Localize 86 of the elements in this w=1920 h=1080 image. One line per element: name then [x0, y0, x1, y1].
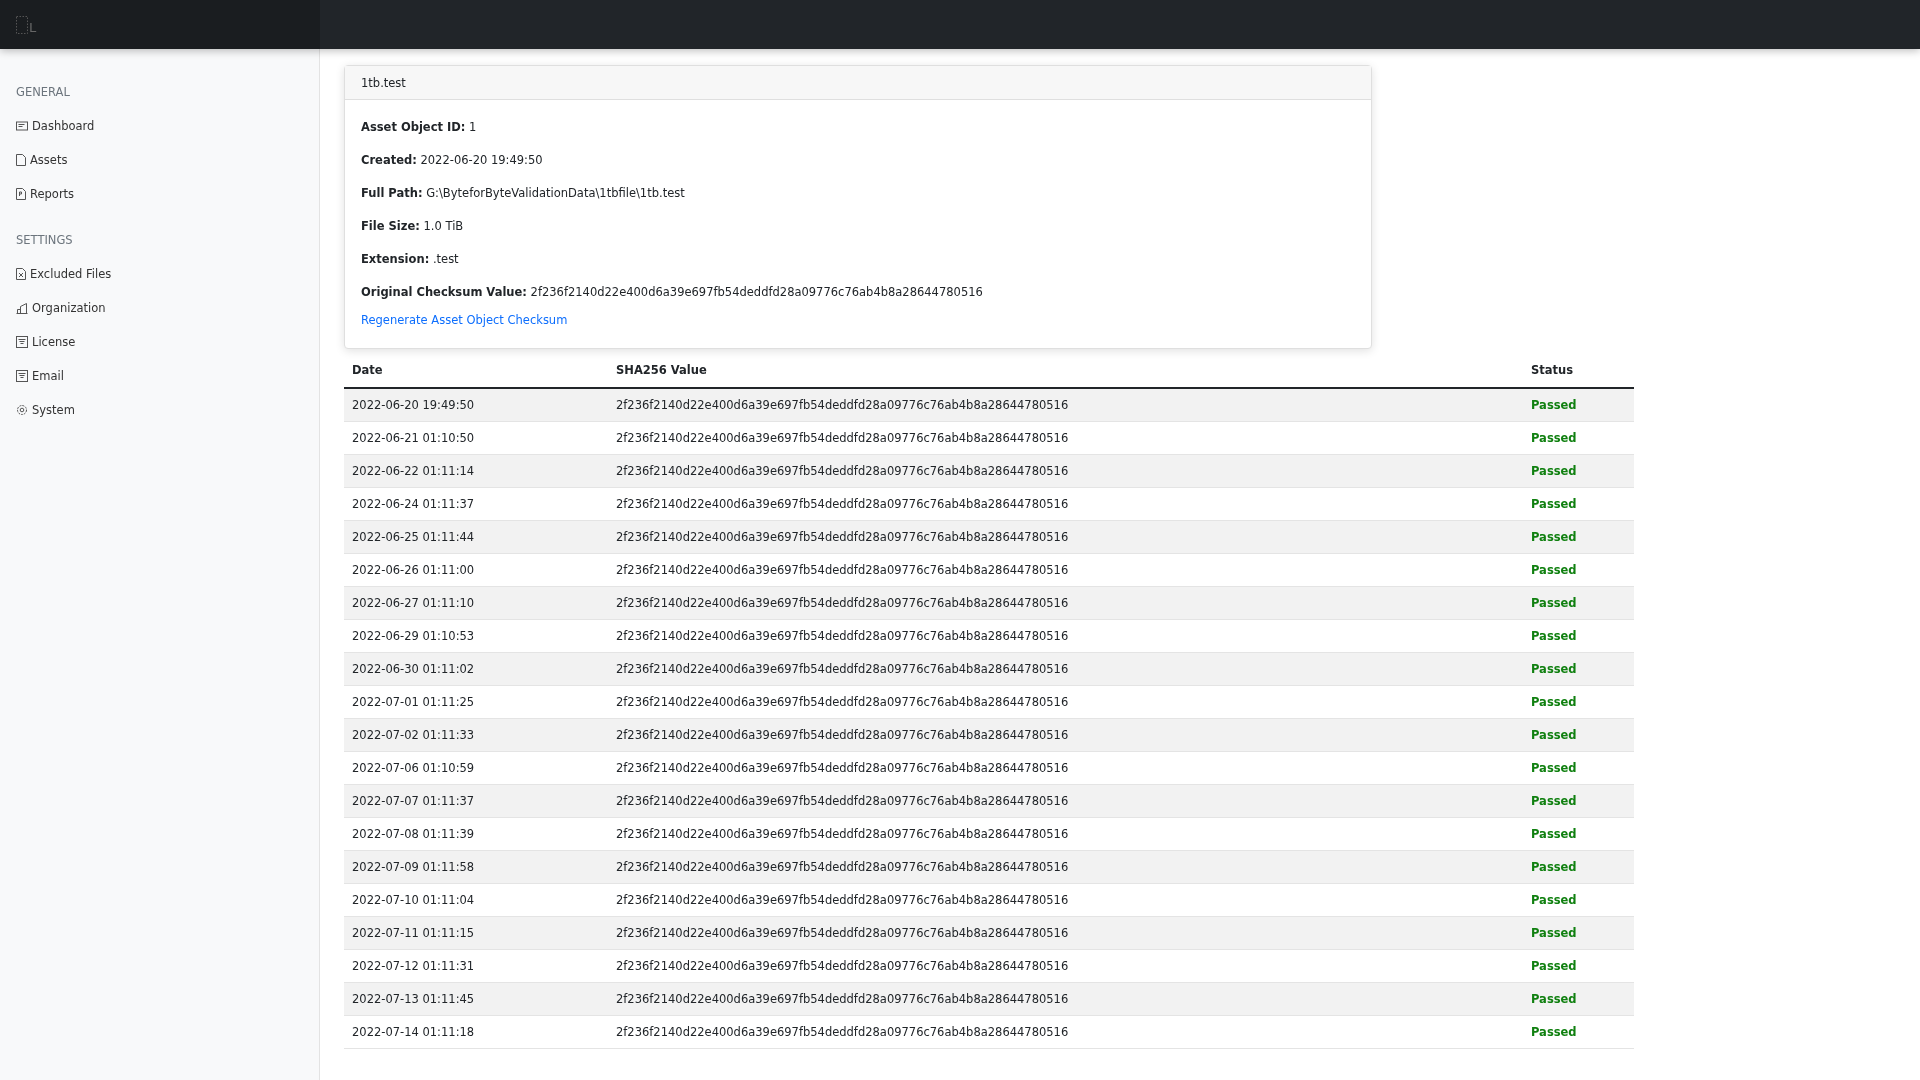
status-cell: Passed: [1523, 850, 1634, 884]
checksum-cell: 2f236f2140d22e400d6a39e697fb54deddfd28a09776c76ab4b8a28644780516: [608, 388, 1523, 422]
file-x-icon: [16, 268, 26, 280]
sidebar-item[interactable]: Excluded Files: [0, 257, 319, 291]
status-cell: Passed: [1523, 520, 1634, 554]
building-icon: [16, 302, 28, 314]
status-cell: Passed: [1523, 1015, 1634, 1049]
sidebar-item[interactable]: Reports: [0, 177, 319, 211]
checksum-cell: 2f236f2140d22e400d6a39e697fb54deddfd28a09776c76ab4b8a28644780516: [608, 751, 1523, 785]
list-icon: [16, 370, 28, 382]
date-cell: 2022-07-12 01:11:31: [344, 949, 608, 983]
status-cell: Passed: [1523, 916, 1634, 950]
date-cell: 2022-06-21 01:10:50: [344, 421, 608, 455]
date-cell: 2022-07-14 01:11:18: [344, 1015, 608, 1049]
status-cell: Passed: [1523, 883, 1634, 917]
settings-icon: [16, 404, 28, 416]
status-cell: Passed: [1523, 454, 1634, 488]
sidebar-item[interactable]: System: [0, 393, 319, 427]
sidebar-item[interactable]: Organization: [0, 291, 319, 325]
date-cell: 2022-07-01 01:11:25: [344, 685, 608, 719]
status-cell: Passed: [1523, 421, 1634, 455]
checksum-cell: 2f236f2140d22e400d6a39e697fb54deddfd28a09776c76ab4b8a28644780516: [608, 817, 1523, 851]
date-cell: 2022-07-06 01:10:59: [344, 751, 608, 785]
asset-detail: Original Checksum Value: 2f236f2140d22e400d6a39e697fb54deddfd28a09776c76ab4b8a28644780516: [361, 283, 984, 301]
date-cell: 2022-07-09 01:11:58: [344, 850, 608, 884]
status-cell: Passed: [1523, 718, 1634, 752]
date-cell: 2022-06-27 01:11:10: [344, 586, 608, 620]
date-cell: 2022-06-20 19:49:50: [344, 388, 608, 422]
status-cell: Passed: [1523, 388, 1634, 422]
checksum-cell: 2f236f2140d22e400d6a39e697fb54deddfd28a09776c76ab4b8a28644780516: [608, 718, 1523, 752]
date-cell: 2022-07-02 01:11:33: [344, 718, 608, 752]
checksum-cell: 2f236f2140d22e400d6a39e697fb54deddfd28a09776c76ab4b8a28644780516: [608, 883, 1523, 917]
status-cell: Passed: [1523, 982, 1634, 1016]
sidebar-section-title: SETTINGS: [15, 233, 74, 247]
date-cell: 2022-06-24 01:11:37: [344, 487, 608, 521]
checksum-cell: 2f236f2140d22e400d6a39e697fb54deddfd28a09776c76ab4b8a28644780516: [608, 652, 1523, 686]
asset-detail: File Size: 1.0 TiB: [361, 217, 465, 235]
file-icon: [16, 154, 26, 166]
checksum-cell: 2f236f2140d22e400d6a39e697fb54deddfd28a09776c76ab4b8a28644780516: [608, 454, 1523, 488]
sidebar-item[interactable]: Dashboard: [0, 109, 319, 143]
checksum-cell: 2f236f2140d22e400d6a39e697fb54deddfd28a09776c76ab4b8a28644780516: [608, 850, 1523, 884]
list-icon: [16, 336, 28, 348]
date-cell: 2022-06-22 01:11:14: [344, 454, 608, 488]
checksum-cell: 2f236f2140d22e400d6a39e697fb54deddfd28a09776c76ab4b8a28644780516: [608, 982, 1523, 1016]
date-cell: 2022-07-10 01:11:04: [344, 883, 608, 917]
checksum-cell: 2f236f2140d22e400d6a39e697fb54deddfd28a09776c76ab4b8a28644780516: [608, 1015, 1523, 1049]
status-cell: Passed: [1523, 817, 1634, 851]
checksum-cell: 2f236f2140d22e400d6a39e697fb54deddfd28a09776c76ab4b8a28644780516: [608, 586, 1523, 620]
checksum-cell: 2f236f2140d22e400d6a39e697fb54deddfd28a09776c76ab4b8a28644780516: [608, 487, 1523, 521]
date-cell: 2022-07-07 01:11:37: [344, 784, 608, 818]
sidebar-item[interactable]: Assets: [0, 143, 319, 177]
checksum-cell: 2f236f2140d22e400d6a39e697fb54deddfd28a09776c76ab4b8a28644780516: [608, 685, 1523, 719]
date-cell: 2022-06-26 01:11:00: [344, 553, 608, 587]
status-cell: Passed: [1523, 685, 1634, 719]
status-cell: Passed: [1523, 751, 1634, 785]
sidebar-section-title: GENERAL: [15, 85, 71, 99]
sidebar-item[interactable]: Email: [0, 359, 319, 393]
status-cell: Passed: [1523, 619, 1634, 653]
asset-detail: Asset Object ID: 1: [361, 118, 478, 136]
status-cell: Passed: [1523, 784, 1634, 818]
card-title: 1tb.test: [361, 75, 406, 90]
date-cell: 2022-07-11 01:11:15: [344, 916, 608, 950]
asset-detail: Extension: .test: [361, 250, 460, 268]
asset-detail: Created: 2022-06-20 19:49:50: [361, 151, 544, 169]
monitor-icon: [16, 120, 28, 132]
date-cell: 2022-06-30 01:11:02: [344, 652, 608, 686]
status-cell: Passed: [1523, 652, 1634, 686]
regenerate-checksum-link[interactable]: Regenerate Asset Object Checksum: [361, 308, 1355, 332]
status-cell: Passed: [1523, 487, 1634, 521]
date-cell: 2022-07-13 01:11:45: [344, 982, 608, 1016]
status-cell: Passed: [1523, 949, 1634, 983]
asset-detail: Full Path: G:\ByteforByteValidationData\1tbfile\1tb.test: [361, 184, 686, 202]
date-cell: 2022-07-08 01:11:39: [344, 817, 608, 851]
checksum-cell: 2f236f2140d22e400d6a39e697fb54deddfd28a09776c76ab4b8a28644780516: [608, 553, 1523, 587]
checksum-cell: 2f236f2140d22e400d6a39e697fb54deddfd28a09776c76ab4b8a28644780516: [608, 949, 1523, 983]
checksum-cell: 2f236f2140d22e400d6a39e697fb54deddfd28a09776c76ab4b8a28644780516: [608, 421, 1523, 455]
date-cell: 2022-06-29 01:10:53: [344, 619, 608, 653]
checksum-cell: 2f236f2140d22e400d6a39e697fb54deddfd28a09776c76ab4b8a28644780516: [608, 784, 1523, 818]
status-cell: Passed: [1523, 553, 1634, 587]
checksum-cell: 2f236f2140d22e400d6a39e697fb54deddfd28a09776c76ab4b8a28644780516: [608, 520, 1523, 554]
sidebar-item[interactable]: License: [0, 325, 319, 359]
checksum-cell: 2f236f2140d22e400d6a39e697fb54deddfd28a09776c76ab4b8a28644780516: [608, 916, 1523, 950]
status-cell: Passed: [1523, 586, 1634, 620]
document-icon: [16, 188, 26, 200]
checksum-cell: 2f236f2140d22e400d6a39e697fb54deddfd28a09776c76ab4b8a28644780516: [608, 619, 1523, 653]
date-cell: 2022-06-25 01:11:44: [344, 520, 608, 554]
